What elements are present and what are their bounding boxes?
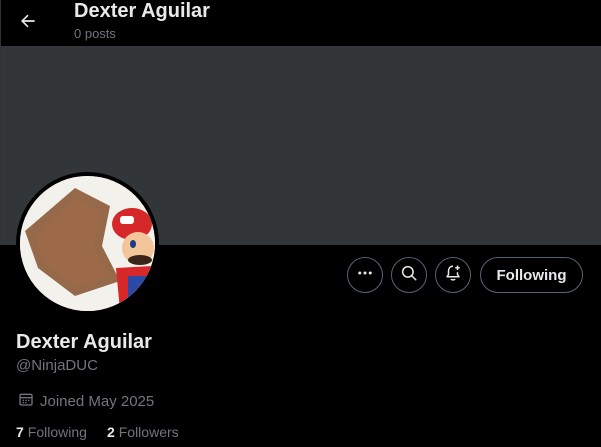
search-button[interactable] [391, 257, 427, 293]
search-icon [400, 264, 418, 287]
more-button[interactable] [347, 257, 383, 293]
following-button[interactable]: Following [480, 257, 583, 293]
profile-stats: 7 Following 2 Followers [16, 424, 179, 441]
back-button[interactable] [10, 5, 46, 41]
profile-name: Dexter Aguilar [16, 331, 152, 353]
profile-handle: @NinjaDUC [16, 357, 98, 374]
post-count: 0 posts [74, 26, 116, 41]
following-label: Following [27, 424, 87, 440]
more-icon [356, 264, 374, 287]
avatar[interactable] [16, 172, 159, 315]
following-link[interactable]: 7 Following [16, 424, 87, 441]
followers-count: 2 [106, 424, 115, 440]
profile-actions: Following [0, 257, 601, 293]
arrow-left-icon [18, 11, 38, 36]
followers-label: Followers [118, 424, 179, 440]
page-title: Dexter Aguilar [74, 0, 210, 22]
notify-button[interactable] [435, 257, 471, 293]
joined-date: Joined May 2025 [18, 391, 154, 412]
calendar-icon [18, 391, 34, 412]
bell-plus-icon [444, 264, 462, 287]
followers-link[interactable]: 2 Followers [107, 424, 179, 441]
following-count: 7 [16, 424, 24, 440]
joined-label: Joined May 2025 [40, 392, 155, 410]
top-bar: Dexter Aguilar 0 posts [0, 0, 601, 46]
